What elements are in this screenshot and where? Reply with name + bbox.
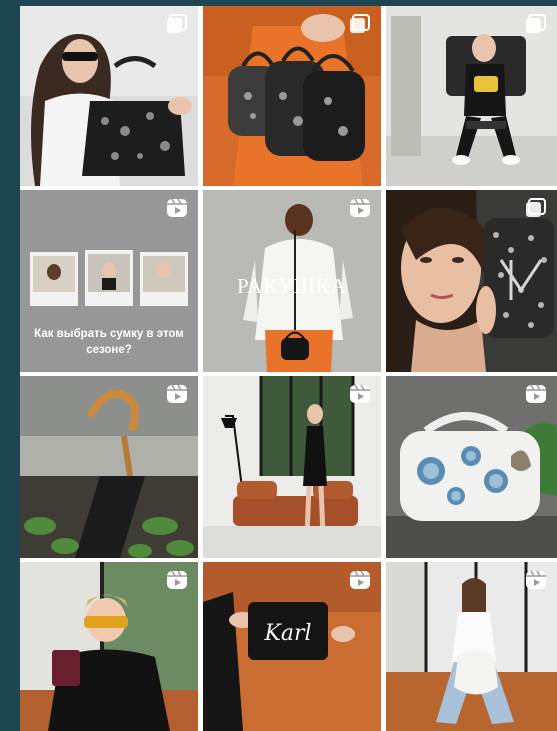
post-tile-7[interactable] <box>20 376 198 558</box>
post-tile-1[interactable] <box>20 6 198 186</box>
carousel-icon <box>166 14 188 34</box>
reels-icon <box>349 198 371 218</box>
reels-icon <box>349 570 371 590</box>
post-tile-5[interactable]: РАКУШКА <box>203 190 381 372</box>
post-tile-12[interactable] <box>386 562 557 731</box>
reels-icon <box>166 198 188 218</box>
brand-overlay-text: РАКУШКА <box>237 274 347 298</box>
post-tile-8[interactable] <box>203 376 381 558</box>
carousel-icon <box>525 198 547 218</box>
reels-icon <box>525 570 547 590</box>
reels-icon <box>166 570 188 590</box>
post-tile-6[interactable] <box>386 190 557 372</box>
carousel-icon <box>525 14 547 34</box>
carousel-icon <box>349 14 371 34</box>
post-tile-3[interactable] <box>386 6 557 186</box>
bag-brand-text: Karl <box>263 621 311 646</box>
reels-icon <box>525 384 547 404</box>
post-tile-11[interactable]: Karl <box>203 562 381 731</box>
reel-caption: Как выбрать сумку в этом сезоне? <box>34 328 184 356</box>
post-tile-10[interactable] <box>20 562 198 731</box>
app-frame: Как выбрать сумку в этом сезоне? РАКУШКА <box>0 0 557 731</box>
post-tile-9[interactable] <box>386 376 557 558</box>
profile-post-grid: Как выбрать сумку в этом сезоне? РАКУШКА <box>20 6 557 731</box>
reels-icon <box>166 384 188 404</box>
post-tile-2[interactable] <box>203 6 381 186</box>
reels-icon <box>349 384 371 404</box>
post-tile-4[interactable]: Как выбрать сумку в этом сезоне? <box>20 190 198 372</box>
